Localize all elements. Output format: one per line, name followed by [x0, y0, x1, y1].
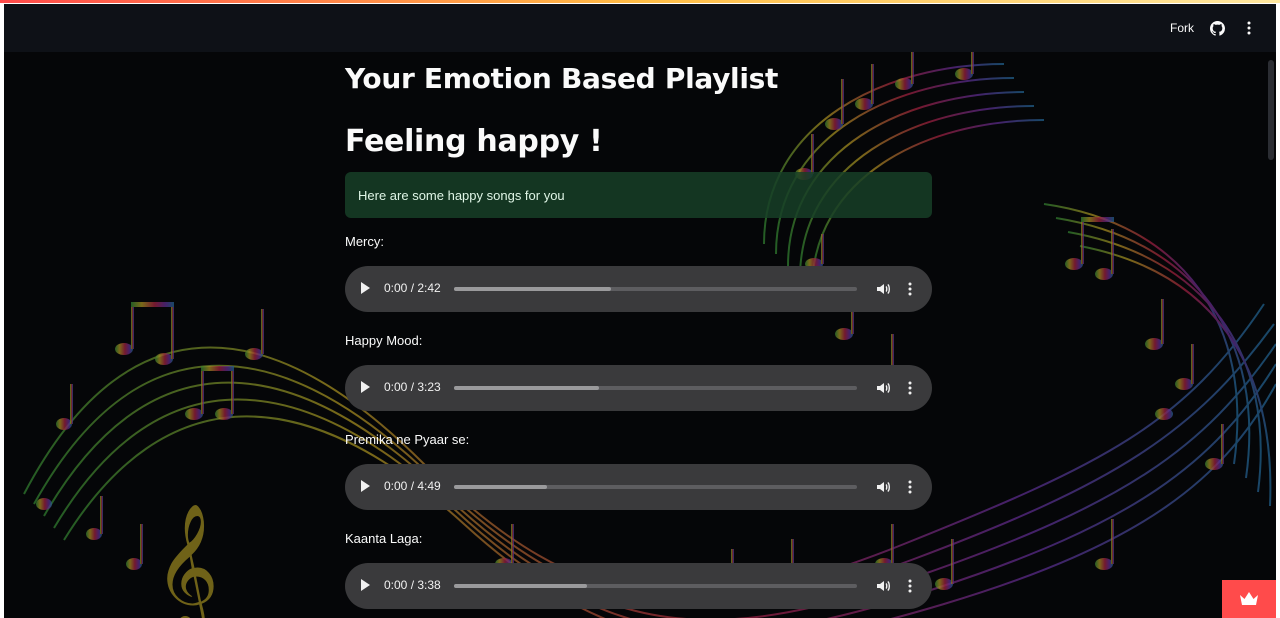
time-display: 0:00 / 4:49	[384, 479, 441, 493]
volume-icon[interactable]	[875, 281, 891, 297]
success-message: Here are some happy songs for you	[358, 187, 565, 203]
time-display: 0:00 / 3:23	[384, 380, 441, 394]
page-title: Your Emotion Based Playlist	[345, 62, 779, 95]
more-options-icon[interactable]	[905, 578, 915, 594]
success-alert: Here are some happy songs for you	[345, 172, 932, 218]
volume-icon[interactable]	[875, 578, 891, 594]
more-options-icon[interactable]	[905, 380, 915, 396]
volume-icon[interactable]	[875, 479, 891, 495]
seek-bar[interactable]	[454, 386, 857, 390]
more-options-icon[interactable]	[905, 479, 915, 495]
audio-player[interactable]: 0:00 / 2:42	[345, 266, 932, 312]
github-icon[interactable]	[1208, 19, 1226, 37]
seek-bar[interactable]	[454, 584, 857, 588]
song-label: Mercy:	[345, 234, 384, 249]
seek-bar[interactable]	[454, 485, 857, 489]
song-label: Kaanta Laga:	[345, 531, 423, 546]
play-icon[interactable]	[361, 282, 370, 294]
app-header: Fork	[4, 4, 1276, 52]
svg-text:𝄞: 𝄞	[154, 502, 219, 618]
page-scrollbar[interactable]	[1268, 60, 1274, 160]
play-icon[interactable]	[361, 579, 370, 591]
volume-icon[interactable]	[875, 380, 891, 396]
streamlit-badge[interactable]	[1222, 580, 1276, 618]
song-label: Happy Mood:	[345, 333, 423, 348]
seek-bar[interactable]	[454, 287, 857, 291]
play-icon[interactable]	[361, 381, 370, 393]
time-display: 0:00 / 2:42	[384, 281, 441, 295]
emotion-heading: Feeling happy !	[345, 124, 603, 159]
song-label: Premika ne Pyaar se:	[345, 432, 470, 447]
fork-button[interactable]: Fork	[1170, 21, 1194, 35]
play-icon[interactable]	[361, 480, 370, 492]
app-container: 𝄞 Fork Your Emotion Based Playlist Feeli…	[4, 4, 1276, 618]
audio-player[interactable]: 0:00 / 4:49	[345, 464, 932, 510]
seek-progress	[454, 584, 587, 588]
time-display: 0:00 / 3:38	[384, 578, 441, 592]
seek-progress	[454, 287, 611, 291]
seek-progress	[454, 485, 547, 489]
kebab-menu-icon[interactable]	[1240, 19, 1258, 37]
crown-icon	[1240, 592, 1258, 605]
audio-player[interactable]: 0:00 / 3:23	[345, 365, 932, 411]
audio-player[interactable]: 0:00 / 3:38	[345, 563, 932, 609]
more-options-icon[interactable]	[905, 281, 915, 297]
header-toolbar: Fork	[1170, 4, 1258, 52]
seek-progress	[454, 386, 599, 390]
top-decoration-stripe	[0, 0, 1280, 3]
